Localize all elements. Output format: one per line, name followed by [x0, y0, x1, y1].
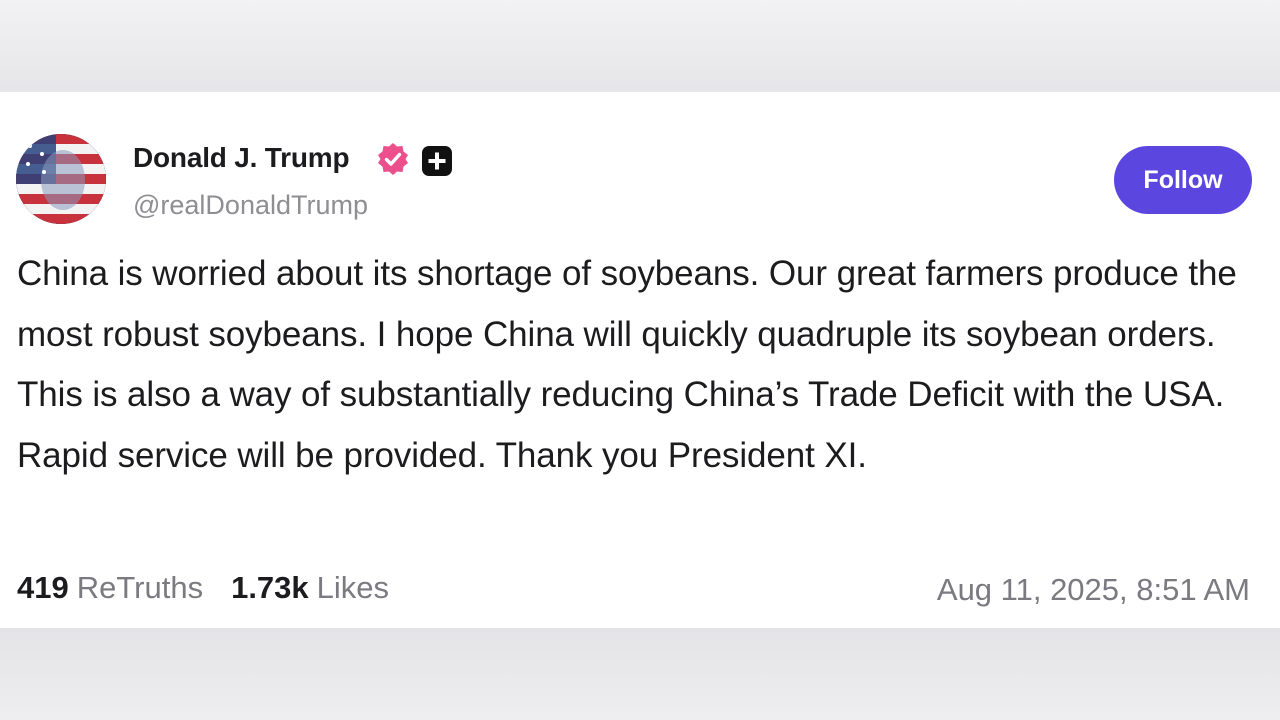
- avatar[interactable]: [16, 134, 106, 224]
- author-name[interactable]: Donald J. Trump: [133, 142, 350, 174]
- post-card: Donald J. Trump @realDonaldTrump Follow …: [0, 92, 1280, 628]
- likes-count[interactable]: 1.73k: [231, 570, 309, 605]
- author-handle[interactable]: @realDonaldTrump: [133, 190, 368, 221]
- retruths-label[interactable]: ReTruths: [77, 570, 203, 605]
- bottom-letterbox: [0, 628, 1280, 720]
- post-timestamp[interactable]: Aug 11, 2025, 8:51 AM: [937, 572, 1250, 608]
- avatar-image: [16, 134, 106, 224]
- verified-badge-icon: [378, 143, 408, 175]
- post-stats: 419 ReTruths 1.73k Likes: [17, 570, 417, 606]
- plus-square-icon: [422, 146, 452, 176]
- follow-button[interactable]: Follow: [1114, 146, 1252, 214]
- retruths-count[interactable]: 419: [17, 570, 69, 605]
- likes-label[interactable]: Likes: [317, 570, 389, 605]
- post-body: China is worried about its shortage of s…: [17, 254, 1237, 475]
- top-letterbox: [0, 0, 1280, 92]
